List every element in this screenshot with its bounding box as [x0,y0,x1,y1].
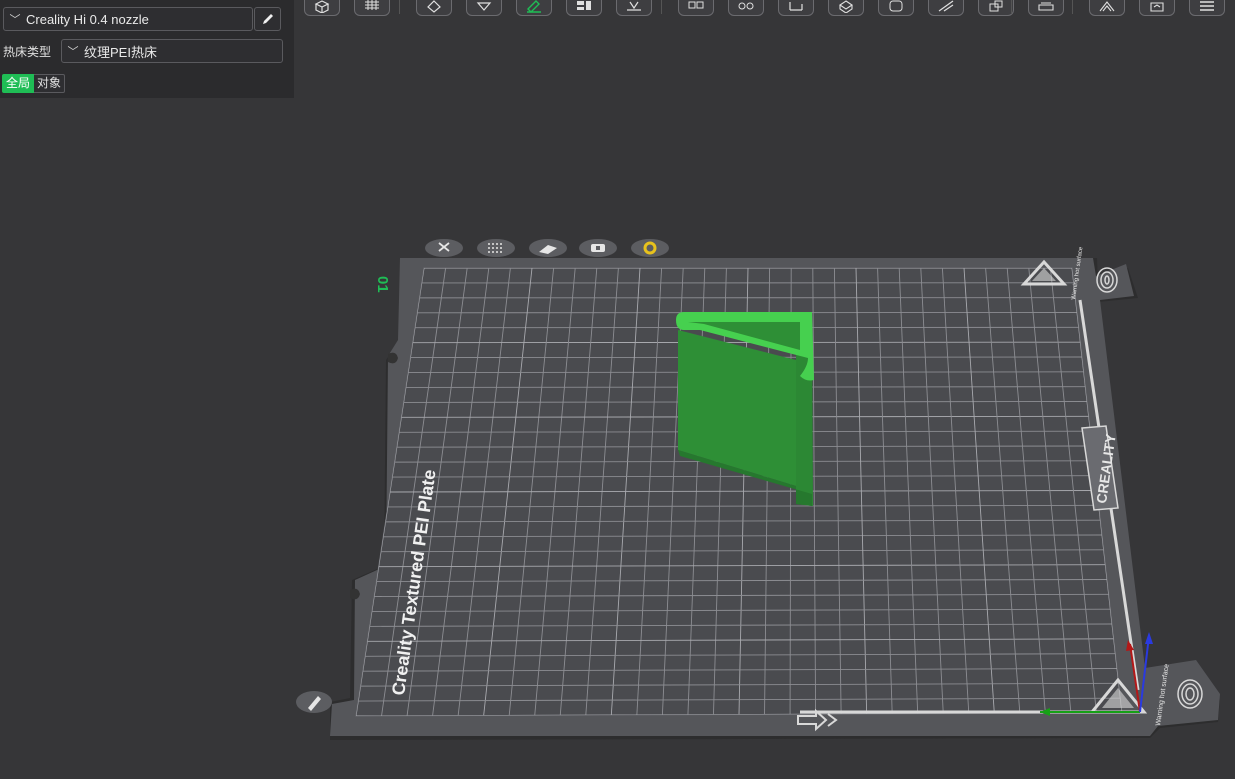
pencil-icon[interactable] [296,691,332,713]
support-paint-icon [738,2,754,10]
scope-global-button[interactable]: 全局 [2,74,35,93]
printer-select-value: Creality Hi 0.4 nozzle [26,11,149,27]
orient-plate-icon[interactable] [529,239,567,257]
toolbar-button-grid-arrange[interactable] [354,0,390,16]
toolbar-separator [1072,0,1073,14]
fuzzy-skin-icon [938,0,954,12]
toolbar-button-slice-plate[interactable] [516,0,552,16]
pencil-icon [262,14,273,24]
printer-select[interactable]: ﹀ Creality Hi 0.4 nozzle [3,7,253,31]
toolbar-button-fuzzy-skin[interactable] [928,0,964,16]
print-settings-panel: ﹀ Creality Hi 0.4 nozzle 热床类型 ﹀ 纹理PEI热床 … [0,0,294,98]
orient-icon [427,0,441,13]
bed-type-select-value: 纹理PEI热床 [84,44,157,60]
toolbar-button-split-objects[interactable] [566,0,602,16]
cube-view-icon [314,0,330,13]
toolbar-separator [399,0,400,14]
bed-type-label: 热床类型 [3,45,52,59]
mesh-boolean-icon [1099,1,1115,12]
top-toolbar [294,0,1235,18]
toolbar-button-support-paint[interactable] [728,0,764,16]
boolean-icon [688,1,704,9]
toolbar-button-assembly[interactable] [978,0,1014,16]
chevron-down-icon: ﹀ [67,46,79,58]
lay-on-face-icon [476,2,492,11]
arrange-plate-icon[interactable] [477,239,515,257]
toolbar-button-brim-ears[interactable] [1028,0,1064,16]
toolbar-button-seam-paint[interactable] [828,0,864,16]
variable-layer-icon [1150,2,1164,12]
seam-paint-icon [839,0,853,13]
toolbar-separator [661,0,662,14]
color-paint-icon [1200,1,1214,11]
bed-type-select[interactable]: ﹀ 纹理PEI热床 [61,39,283,63]
toolbar-button-cut[interactable] [616,0,652,16]
toolbar-button-lay-on-face[interactable] [466,0,502,16]
toolbar-button-color-paint[interactable] [1189,0,1225,16]
toolbar-separator [1011,0,1012,14]
delete-plate-icon[interactable] [425,239,463,257]
chevron-down-icon: ﹀ [9,14,21,26]
toolbar-button-orient[interactable] [416,0,452,16]
measure-icon [789,2,803,11]
3d-viewport[interactable]: 01 Creality Textured PEI Plate CREALITY … [0,0,1235,779]
toolbar-button-mesh-boolean[interactable] [1089,0,1125,16]
text-emboss-icon [889,0,903,12]
toolbar-button-boolean[interactable] [678,0,714,16]
toolbar-button-text-emboss[interactable] [878,0,914,16]
grid-arrange-icon [365,0,379,10]
assembly-icon [989,0,1003,12]
lock-plate-icon[interactable] [579,239,617,257]
plate-settings-icon[interactable] [631,239,669,257]
plate-number: 01 [374,276,391,293]
settings-scope-toggle: 全局 对象 [2,74,66,93]
split-objects-icon [577,1,591,10]
slice-plate-icon [527,0,541,13]
toolbar-button-measure[interactable] [778,0,814,16]
cut-icon [627,1,641,11]
scope-object-button[interactable]: 对象 [34,74,66,93]
brim-ears-icon [1038,2,1054,11]
edit-printer-button[interactable] [254,7,281,31]
toolbar-button-cube-view[interactable] [304,0,340,16]
toolbar-button-variable-layer[interactable] [1139,0,1175,16]
